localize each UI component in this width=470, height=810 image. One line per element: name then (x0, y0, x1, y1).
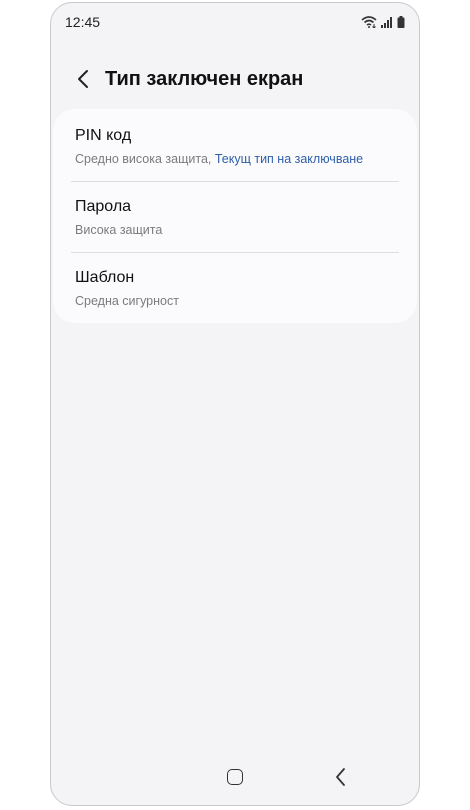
back-icon[interactable] (331, 766, 351, 788)
option-password[interactable]: Парола Висока защита (53, 182, 417, 252)
option-title: Шаблон (75, 269, 135, 286)
option-subtitle-text: Средно висока защита, (75, 152, 215, 166)
option-pin[interactable]: PIN код Средно висока защита, Текущ тип … (53, 111, 417, 181)
page-title: Тип заключен екран (105, 68, 304, 90)
option-subtitle: Висока защита (75, 223, 163, 237)
lock-type-list: PIN код Средно висока защита, Текущ тип … (53, 109, 417, 323)
chevron-left-icon (77, 69, 89, 94)
status-icons (361, 15, 405, 33)
back-button[interactable] (69, 65, 97, 97)
current-lock-type-label: Текущ тип на заключване (214, 152, 364, 166)
option-pattern[interactable]: Шаблон Средна сигурност (53, 253, 417, 323)
option-subtitle: Средно висока защита, Текущ тип на заклю… (75, 152, 363, 166)
option-title: PIN код (75, 127, 132, 144)
status-bar: 12:45 (51, 3, 419, 39)
option-subtitle: Средна сигурност (75, 294, 179, 308)
signal-icon (381, 15, 393, 33)
status-time: 12:45 (65, 14, 101, 30)
battery-icon (397, 15, 405, 33)
navigation-bar (51, 753, 419, 805)
home-icon[interactable] (227, 769, 243, 785)
wifi-icon (361, 15, 377, 33)
header: Тип заключен екран (51, 61, 419, 101)
phone-screen: 12:45 Тип заключен екран PIN код Средно … (50, 2, 420, 806)
option-title: Парола (75, 198, 132, 215)
